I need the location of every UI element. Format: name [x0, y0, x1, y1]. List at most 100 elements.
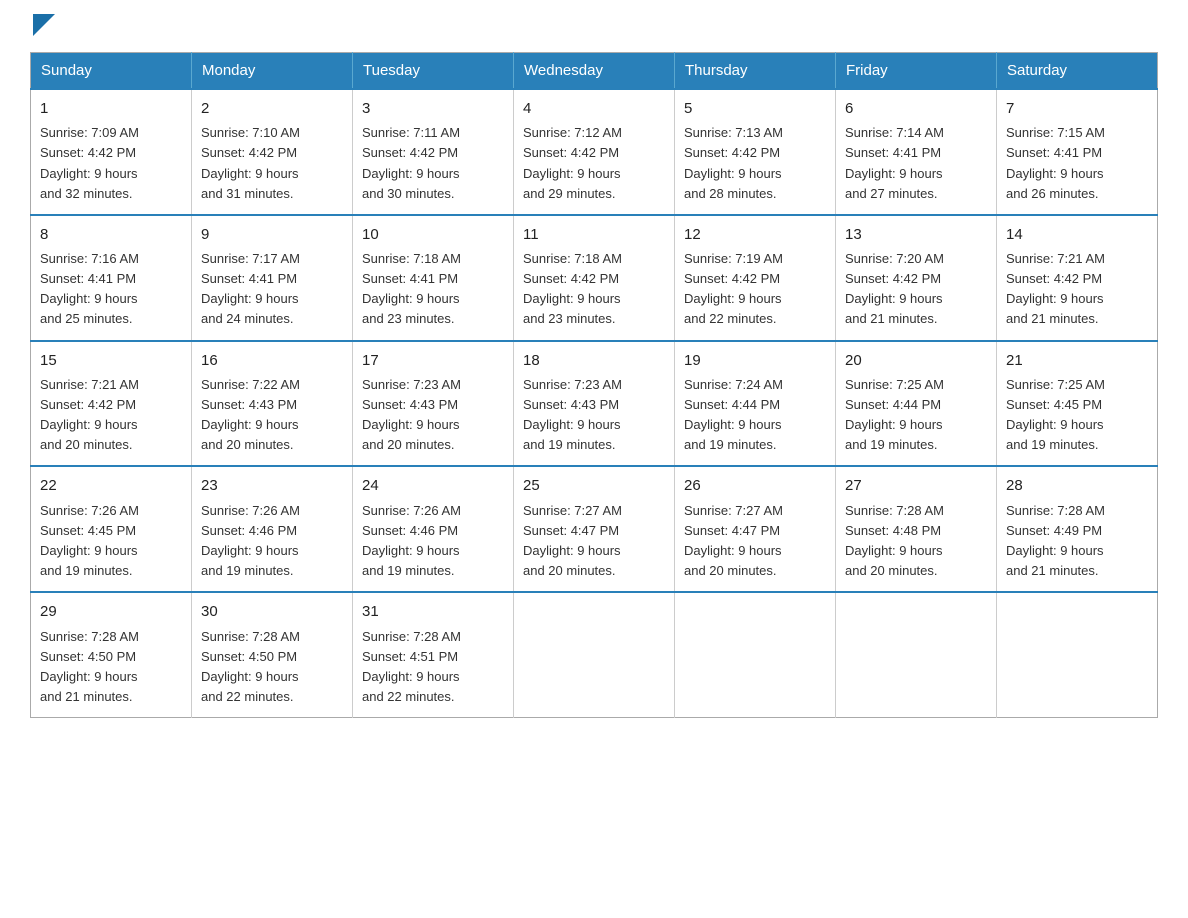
day-number: 11	[523, 223, 665, 246]
day-info: Sunrise: 7:18 AMSunset: 4:41 PMDaylight:…	[362, 251, 461, 326]
day-info: Sunrise: 7:24 AMSunset: 4:44 PMDaylight:…	[684, 377, 783, 452]
day-number: 9	[201, 223, 343, 246]
day-number: 3	[362, 97, 504, 120]
day-number: 10	[362, 223, 504, 246]
day-info: Sunrise: 7:17 AMSunset: 4:41 PMDaylight:…	[201, 251, 300, 326]
day-info: Sunrise: 7:22 AMSunset: 4:43 PMDaylight:…	[201, 377, 300, 452]
week-row-3: 15Sunrise: 7:21 AMSunset: 4:42 PMDayligh…	[31, 341, 1158, 467]
calendar-cell	[514, 592, 675, 717]
day-number: 4	[523, 97, 665, 120]
day-number: 16	[201, 349, 343, 372]
calendar-cell: 7 Sunrise: 7:15 AMSunset: 4:41 PMDaylight…	[997, 89, 1158, 215]
day-info: Sunrise: 7:25 AMSunset: 4:44 PMDaylight:…	[845, 377, 944, 452]
day-info: Sunrise: 7:15 AMSunset: 4:41 PMDaylight:…	[1006, 125, 1105, 200]
day-number: 8	[40, 223, 182, 246]
day-number: 26	[684, 474, 826, 497]
day-info: Sunrise: 7:09 AMSunset: 4:42 PMDaylight:…	[40, 125, 139, 200]
calendar-cell: 30 Sunrise: 7:28 AMSunset: 4:50 PMDayligh…	[192, 592, 353, 717]
calendar-cell: 25Sunrise: 7:27 AMSunset: 4:47 PMDayligh…	[514, 466, 675, 592]
calendar-cell: 13 Sunrise: 7:20 AMSunset: 4:42 PMDayligh…	[836, 215, 997, 341]
calendar-cell	[836, 592, 997, 717]
calendar-cell: 19 Sunrise: 7:24 AMSunset: 4:44 PMDayligh…	[675, 341, 836, 467]
day-info: Sunrise: 7:28 AMSunset: 4:49 PMDaylight:…	[1006, 503, 1105, 578]
calendar-cell: 15Sunrise: 7:21 AMSunset: 4:42 PMDayligh…	[31, 341, 192, 467]
calendar-cell: 5 Sunrise: 7:13 AMSunset: 4:42 PMDaylight…	[675, 89, 836, 215]
day-number: 14	[1006, 223, 1148, 246]
calendar-cell: 14 Sunrise: 7:21 AMSunset: 4:42 PMDayligh…	[997, 215, 1158, 341]
day-info: Sunrise: 7:16 AMSunset: 4:41 PMDaylight:…	[40, 251, 139, 326]
day-number: 13	[845, 223, 987, 246]
day-info: Sunrise: 7:13 AMSunset: 4:42 PMDaylight:…	[684, 125, 783, 200]
day-number: 7	[1006, 97, 1148, 120]
day-info: Sunrise: 7:14 AMSunset: 4:41 PMDaylight:…	[845, 125, 944, 200]
day-info: Sunrise: 7:26 AMSunset: 4:46 PMDaylight:…	[362, 503, 461, 578]
calendar-cell: 6Sunrise: 7:14 AMSunset: 4:41 PMDaylight…	[836, 89, 997, 215]
calendar-cell: 11 Sunrise: 7:18 AMSunset: 4:42 PMDayligh…	[514, 215, 675, 341]
day-info: Sunrise: 7:26 AMSunset: 4:45 PMDaylight:…	[40, 503, 139, 578]
calendar-cell	[675, 592, 836, 717]
day-info: Sunrise: 7:23 AMSunset: 4:43 PMDaylight:…	[362, 377, 461, 452]
calendar-cell: 26 Sunrise: 7:27 AMSunset: 4:47 PMDayligh…	[675, 466, 836, 592]
day-number: 22	[40, 474, 182, 497]
calendar-cell: 18 Sunrise: 7:23 AMSunset: 4:43 PMDayligh…	[514, 341, 675, 467]
calendar-cell: 4 Sunrise: 7:12 AMSunset: 4:42 PMDaylight…	[514, 89, 675, 215]
calendar-cell: 10 Sunrise: 7:18 AMSunset: 4:41 PMDayligh…	[353, 215, 514, 341]
weekday-header-friday: Friday	[836, 53, 997, 90]
weekday-header-tuesday: Tuesday	[353, 53, 514, 90]
day-number: 20	[845, 349, 987, 372]
calendar-cell: 12Sunrise: 7:19 AMSunset: 4:42 PMDayligh…	[675, 215, 836, 341]
calendar-cell: 22 Sunrise: 7:26 AMSunset: 4:45 PMDayligh…	[31, 466, 192, 592]
calendar-cell: 27Sunrise: 7:28 AMSunset: 4:48 PMDayligh…	[836, 466, 997, 592]
calendar-cell: 31 Sunrise: 7:28 AMSunset: 4:51 PMDayligh…	[353, 592, 514, 717]
calendar-cell: 8 Sunrise: 7:16 AMSunset: 4:41 PMDaylight…	[31, 215, 192, 341]
day-number: 18	[523, 349, 665, 372]
day-info: Sunrise: 7:27 AMSunset: 4:47 PMDaylight:…	[523, 503, 622, 578]
day-info: Sunrise: 7:27 AMSunset: 4:47 PMDaylight:…	[684, 503, 783, 578]
calendar-cell: 17 Sunrise: 7:23 AMSunset: 4:43 PMDayligh…	[353, 341, 514, 467]
day-number: 2	[201, 97, 343, 120]
day-number: 19	[684, 349, 826, 372]
day-info: Sunrise: 7:28 AMSunset: 4:50 PMDaylight:…	[40, 629, 139, 704]
calendar-cell: 29Sunrise: 7:28 AMSunset: 4:50 PMDayligh…	[31, 592, 192, 717]
day-number: 24	[362, 474, 504, 497]
calendar-cell: 16 Sunrise: 7:22 AMSunset: 4:43 PMDayligh…	[192, 341, 353, 467]
weekday-header-sunday: Sunday	[31, 53, 192, 90]
day-info: Sunrise: 7:28 AMSunset: 4:48 PMDaylight:…	[845, 503, 944, 578]
day-info: Sunrise: 7:23 AMSunset: 4:43 PMDaylight:…	[523, 377, 622, 452]
day-number: 30	[201, 600, 343, 623]
week-row-5: 29Sunrise: 7:28 AMSunset: 4:50 PMDayligh…	[31, 592, 1158, 717]
day-number: 12	[684, 223, 826, 246]
day-info: Sunrise: 7:20 AMSunset: 4:42 PMDaylight:…	[845, 251, 944, 326]
day-info: Sunrise: 7:28 AMSunset: 4:50 PMDaylight:…	[201, 629, 300, 704]
day-number: 31	[362, 600, 504, 623]
logo	[30, 20, 55, 34]
day-number: 5	[684, 97, 826, 120]
day-number: 23	[201, 474, 343, 497]
day-info: Sunrise: 7:11 AMSunset: 4:42 PMDaylight:…	[362, 125, 460, 200]
day-number: 17	[362, 349, 504, 372]
day-info: Sunrise: 7:21 AMSunset: 4:42 PMDaylight:…	[1006, 251, 1105, 326]
calendar-cell	[997, 592, 1158, 717]
calendar-cell: 1 Sunrise: 7:09 AMSunset: 4:42 PMDaylight…	[31, 89, 192, 215]
calendar-cell: 23 Sunrise: 7:26 AMSunset: 4:46 PMDayligh…	[192, 466, 353, 592]
weekday-header-monday: Monday	[192, 53, 353, 90]
week-row-1: 1 Sunrise: 7:09 AMSunset: 4:42 PMDaylight…	[31, 89, 1158, 215]
calendar-cell: 9 Sunrise: 7:17 AMSunset: 4:41 PMDaylight…	[192, 215, 353, 341]
calendar-cell: 24 Sunrise: 7:26 AMSunset: 4:46 PMDayligh…	[353, 466, 514, 592]
day-info: Sunrise: 7:28 AMSunset: 4:51 PMDaylight:…	[362, 629, 461, 704]
week-row-2: 8 Sunrise: 7:16 AMSunset: 4:41 PMDaylight…	[31, 215, 1158, 341]
week-row-4: 22 Sunrise: 7:26 AMSunset: 4:45 PMDayligh…	[31, 466, 1158, 592]
logo-arrow-icon	[33, 14, 55, 36]
day-info: Sunrise: 7:12 AMSunset: 4:42 PMDaylight:…	[523, 125, 622, 200]
day-info: Sunrise: 7:18 AMSunset: 4:42 PMDaylight:…	[523, 251, 622, 326]
calendar-cell: 3 Sunrise: 7:11 AMSunset: 4:42 PMDaylight…	[353, 89, 514, 215]
page-header	[30, 20, 1158, 34]
day-number: 15	[40, 349, 182, 372]
weekday-header-thursday: Thursday	[675, 53, 836, 90]
day-info: Sunrise: 7:26 AMSunset: 4:46 PMDaylight:…	[201, 503, 300, 578]
calendar-cell: 21Sunrise: 7:25 AMSunset: 4:45 PMDayligh…	[997, 341, 1158, 467]
day-info: Sunrise: 7:10 AMSunset: 4:42 PMDaylight:…	[201, 125, 300, 200]
day-number: 1	[40, 97, 182, 120]
calendar-cell: 28Sunrise: 7:28 AMSunset: 4:49 PMDayligh…	[997, 466, 1158, 592]
calendar-cell: 2 Sunrise: 7:10 AMSunset: 4:42 PMDaylight…	[192, 89, 353, 215]
